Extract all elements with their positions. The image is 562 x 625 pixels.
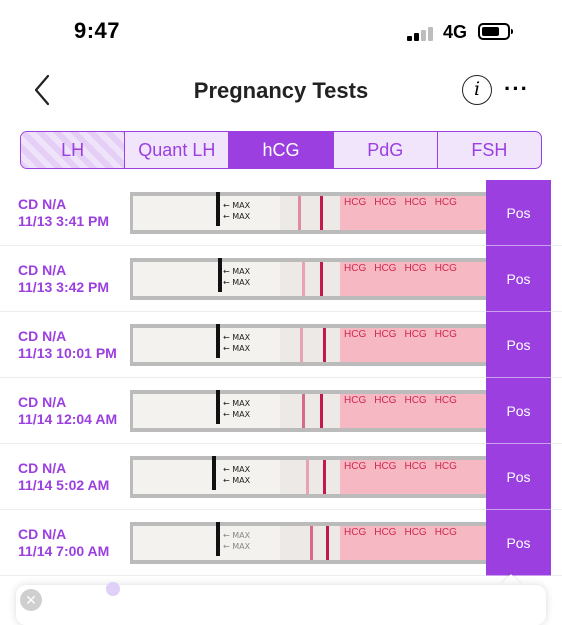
result-button[interactable]: Pos xyxy=(486,444,551,510)
status-bar: 9:47 4G xyxy=(0,0,562,60)
max-label: ← MAX xyxy=(223,212,251,221)
status-time: 9:47 xyxy=(74,18,121,43)
test-datetime: 11/13 10:01 PM xyxy=(18,345,117,361)
row-meta: CD N/A 11/14 12:04 AM xyxy=(18,394,117,428)
brand-print: HCG HCG HCG HCG xyxy=(344,527,457,538)
brand-print: HCG HCG HCG HCG xyxy=(344,197,457,208)
row-meta: CD N/A 11/14 5:02 AM xyxy=(18,460,109,494)
max-label: ← MAX xyxy=(223,267,251,276)
row-meta: CD N/A 11/13 3:41 PM xyxy=(18,196,109,230)
tab-label: Quant LH xyxy=(138,139,216,160)
info-icon[interactable]: i xyxy=(462,75,492,105)
cycle-day: CD N/A xyxy=(18,526,67,542)
test-strip-image: ← MAX ← MAX HCG HCG HCG HCG xyxy=(130,522,488,564)
brand-print: HCG HCG HCG HCG xyxy=(344,395,457,406)
max-label: ← MAX xyxy=(223,399,251,408)
row-meta: CD N/A 11/13 3:42 PM xyxy=(18,262,109,296)
max-label: ← MAX xyxy=(223,278,251,287)
network-type: 4G xyxy=(443,22,468,42)
test-strip-image: ← MAX ← MAX HCG HCG HCG HCG xyxy=(130,258,488,300)
test-datetime: 11/13 3:41 PM xyxy=(18,213,110,229)
test-datetime: 11/14 7:00 AM xyxy=(18,543,110,559)
max-label: ← MAX xyxy=(223,476,251,485)
result-button[interactable]: Pos xyxy=(486,180,551,246)
test-datetime: 11/14 12:04 AM xyxy=(18,411,118,427)
cycle-day: CD N/A xyxy=(18,328,67,344)
list-item[interactable]: CD N/A 11/14 5:02 AM ← MAX ← MAX HCG HCG H… xyxy=(0,444,562,510)
bottom-popup xyxy=(16,585,546,625)
max-label: ← MAX xyxy=(223,201,251,210)
list-item[interactable]: CD N/A 11/14 12:04 AM ← MAX ← MAX HCG HCG… xyxy=(0,378,562,444)
more-icon[interactable]: ··· xyxy=(504,76,529,102)
max-label: ← MAX xyxy=(223,333,251,342)
result-button[interactable]: Pos xyxy=(486,510,551,576)
hormone-tabs: LH Quant LH hCG PdG FSH xyxy=(20,131,542,169)
test-strip-image: ← MAX ← MAX HCG HCG HCG HCG xyxy=(130,192,488,234)
nav-bar: Pregnancy Tests i ··· xyxy=(0,62,562,118)
tab-quant-lh[interactable]: Quant LH xyxy=(125,132,230,168)
tab-fsh[interactable]: FSH xyxy=(438,132,541,168)
list-item[interactable]: CD N/A 11/14 7:00 AM ← MAX ← MAX HCG HCG H… xyxy=(0,510,562,576)
tab-hcg[interactable]: hCG xyxy=(229,132,334,168)
max-label: ← MAX xyxy=(223,344,251,353)
brand-print: HCG HCG HCG HCG xyxy=(344,263,457,274)
tab-pdg[interactable]: PdG xyxy=(334,132,438,168)
test-strip-image: ← MAX ← MAX HCG HCG HCG HCG xyxy=(130,390,488,432)
signal-icon xyxy=(407,27,437,41)
max-label: ← MAX xyxy=(223,410,251,419)
result-button[interactable]: Pos xyxy=(486,246,551,312)
max-label: ← MAX xyxy=(223,542,251,551)
brand-print: HCG HCG HCG HCG xyxy=(344,329,457,340)
cycle-day: CD N/A xyxy=(18,460,67,476)
battery-icon xyxy=(478,23,513,40)
test-datetime: 11/13 3:42 PM xyxy=(18,279,110,295)
cycle-day: CD N/A xyxy=(18,262,67,278)
cycle-day: CD N/A xyxy=(18,196,67,212)
max-label: ← MAX xyxy=(223,531,251,540)
tab-label: PdG xyxy=(367,139,404,160)
brand-print: HCG HCG HCG HCG xyxy=(344,461,457,472)
popup-indicator-dot xyxy=(106,582,120,596)
tab-label: hCG xyxy=(262,139,300,160)
list-item[interactable]: CD N/A 11/13 3:41 PM ← MAX ← MAX HCG HCG H… xyxy=(0,180,562,246)
list-item[interactable]: CD N/A 11/13 3:42 PM ← MAX ← MAX HCG HCG H… xyxy=(0,246,562,312)
tab-lh[interactable]: LH xyxy=(21,132,126,168)
result-button[interactable]: Pos xyxy=(486,378,551,444)
tab-label: FSH xyxy=(471,139,508,160)
row-meta: CD N/A 11/14 7:00 AM xyxy=(18,526,109,560)
close-icon[interactable]: ✕ xyxy=(20,589,42,611)
result-button[interactable]: Pos xyxy=(486,312,551,378)
row-meta: CD N/A 11/13 10:01 PM xyxy=(18,328,117,362)
test-datetime: 11/14 5:02 AM xyxy=(18,477,110,493)
cycle-day: CD N/A xyxy=(18,394,67,410)
test-strip-image: ← MAX ← MAX HCG HCG HCG HCG xyxy=(130,456,488,498)
tab-label: LH xyxy=(61,139,85,160)
max-label: ← MAX xyxy=(223,465,251,474)
test-strip-image: ← MAX ← MAX HCG HCG HCG HCG xyxy=(130,324,488,366)
list-item[interactable]: CD N/A 11/13 10:01 PM ← MAX ← MAX HCG HCG… xyxy=(0,312,562,378)
